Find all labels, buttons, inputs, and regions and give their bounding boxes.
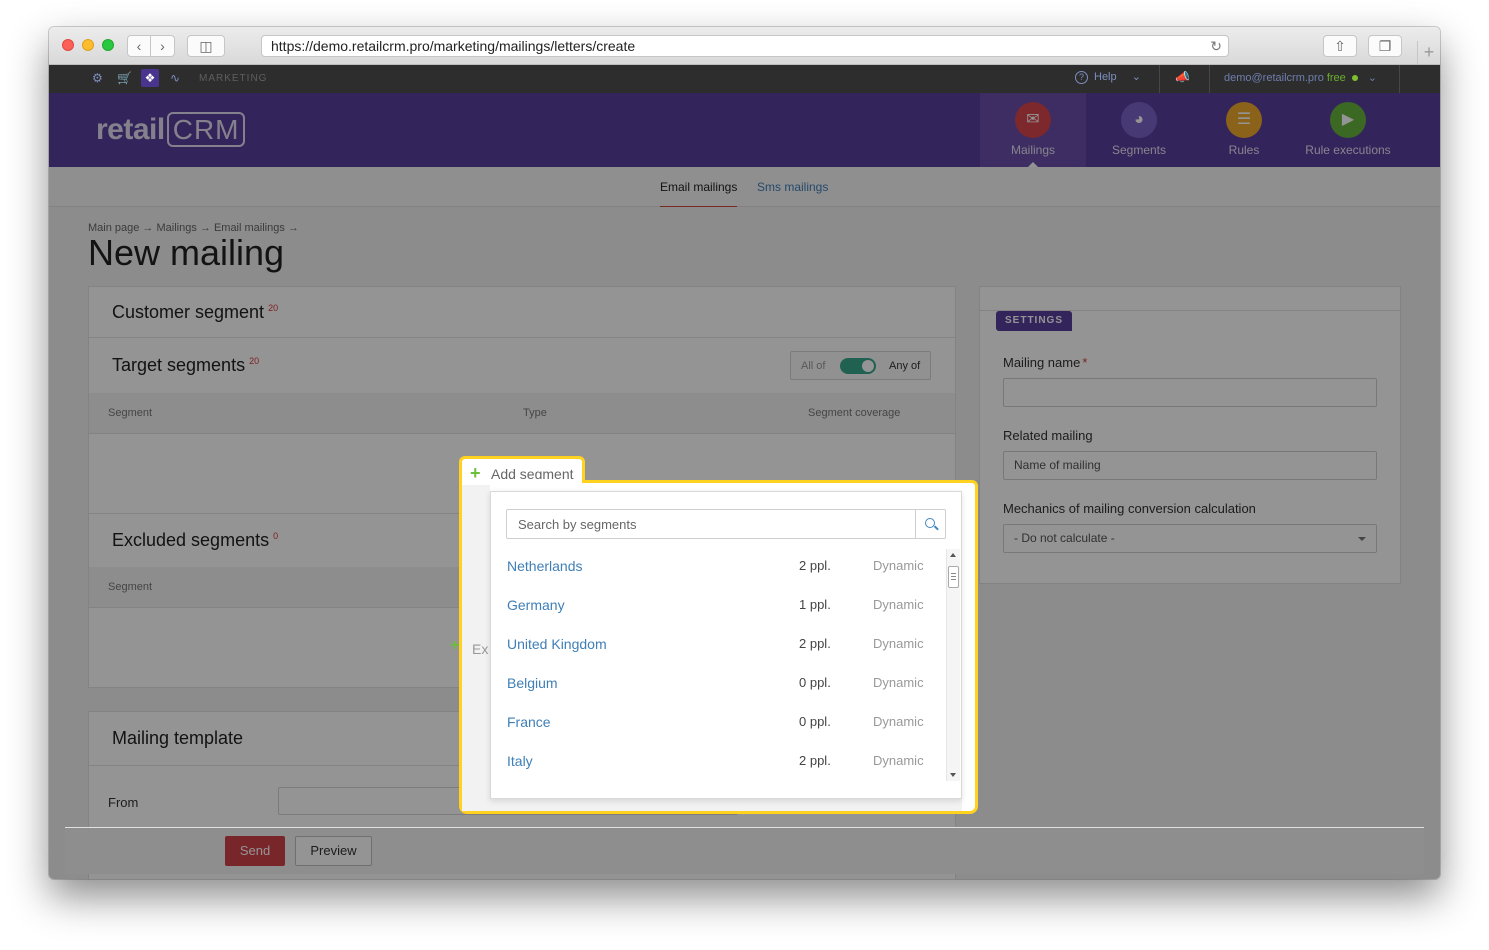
segment-name: Italy (507, 753, 533, 769)
forward-button[interactable]: › (151, 35, 175, 57)
search-icon-handle (934, 525, 939, 531)
segment-count: 0 ppl. (799, 714, 831, 729)
divider (1209, 65, 1210, 93)
chevron-down-icon: ⌄ (1367, 72, 1377, 84)
user-email: demo@retailcrm.pro (1224, 72, 1324, 84)
divider (1399, 65, 1400, 93)
action-bar: Send Preview (65, 827, 1424, 874)
help-menu[interactable]: ? Help ⌄ (1075, 70, 1141, 84)
marketing-icon[interactable]: ❖ (141, 69, 159, 87)
online-status-icon (1351, 75, 1358, 82)
segment-count: 2 ppl. (799, 636, 831, 651)
segment-search-input[interactable] (507, 510, 915, 538)
segment-name: Germany (507, 597, 565, 613)
plan-label: free (1326, 72, 1346, 84)
minimize-window-button[interactable] (82, 39, 94, 51)
popup-bottom-strip (490, 799, 962, 811)
segment-type: Dynamic (873, 714, 924, 729)
url-text: https://demo.retailcrm.pro/marketing/mai… (271, 38, 636, 54)
cart-icon[interactable]: 🛒 (117, 71, 132, 85)
segment-option[interactable]: Italy 2 ppl. Dynamic (507, 741, 927, 780)
zoom-window-button[interactable] (102, 39, 114, 51)
segment-count: 0 ppl. (799, 675, 831, 690)
crm-top-bar: ⚙ 🛒 ❖ ∿ MARKETING ? Help ⌄ 📣 demo@retailc… (49, 65, 1440, 93)
reload-icon[interactable]: ↻ (1210, 36, 1222, 56)
segment-search (506, 509, 946, 539)
segment-option[interactable]: Germany 1 ppl. Dynamic (507, 585, 927, 624)
segment-type: Dynamic (873, 753, 924, 768)
segment-option[interactable]: Belgium 0 ppl. Dynamic (507, 663, 927, 702)
chevron-right-icon: › (160, 38, 165, 54)
add-excluded-segment-label[interactable]: Ex (472, 641, 488, 657)
search-button[interactable] (915, 510, 945, 538)
preview-button[interactable]: Preview (295, 836, 372, 866)
share-icon: ⇧ (1334, 38, 1346, 54)
segment-option[interactable]: France 0 ppl. Dynamic (507, 702, 927, 741)
chevron-left-icon: ‹ (136, 38, 142, 54)
divider (1159, 65, 1160, 93)
segment-option[interactable]: Netherlands 2 ppl. Dynamic (507, 546, 927, 585)
scroll-up-arrow-icon[interactable] (950, 553, 956, 557)
segment-type: Dynamic (873, 675, 924, 690)
segment-name: France (507, 714, 551, 730)
help-icon: ? (1075, 71, 1088, 84)
back-button[interactable]: ‹ (127, 35, 151, 57)
user-menu[interactable]: demo@retailcrm.pro free ⌄ (1224, 71, 1377, 84)
plus-icon[interactable]: + (450, 637, 459, 655)
segment-count: 1 ppl. (799, 597, 831, 612)
browser-toolbar: ‹ › ◫ https://demo.retailcrm.pro/marketi… (49, 27, 1440, 65)
segment-name: Netherlands (507, 558, 583, 574)
segment-option[interactable]: United Kingdom 2 ppl. Dynamic (507, 624, 927, 663)
segment-type: Dynamic (873, 636, 924, 651)
new-tab-button[interactable]: + (1417, 41, 1440, 65)
share-button[interactable]: ⇧ (1323, 35, 1357, 57)
scroll-down-arrow-icon[interactable] (950, 773, 956, 777)
address-bar[interactable]: https://demo.retailcrm.pro/marketing/mai… (261, 35, 1229, 57)
send-button[interactable]: Send (225, 836, 285, 866)
segment-count: 2 ppl. (799, 558, 831, 573)
analytics-icon[interactable]: ∿ (170, 71, 180, 85)
close-window-button[interactable] (62, 39, 74, 51)
chevron-down-icon: ⌄ (1131, 71, 1141, 83)
sidebar-toggle-button[interactable]: ◫ (187, 35, 225, 57)
tabs-icon: ❐ (1378, 38, 1392, 54)
megaphone-icon[interactable]: 📣 (1175, 70, 1190, 84)
help-label: Help (1094, 71, 1117, 83)
plus-icon: + (1423, 42, 1435, 62)
current-section-label: MARKETING (199, 73, 268, 84)
segment-name: Belgium (507, 675, 558, 691)
browser-window: ‹ › ◫ https://demo.retailcrm.pro/marketi… (49, 27, 1440, 879)
gear-icon[interactable]: ⚙ (92, 71, 103, 85)
tabs-overview-button[interactable]: ❐ (1368, 35, 1402, 57)
segment-name: United Kingdom (507, 636, 607, 652)
scroll-thumb[interactable] (948, 566, 959, 588)
segment-type: Dynamic (873, 597, 924, 612)
segment-type: Dynamic (873, 558, 924, 573)
sidebar-icon: ◫ (199, 38, 213, 54)
segment-list-scrollbar[interactable] (946, 549, 960, 781)
segment-count: 2 ppl. (799, 753, 831, 768)
